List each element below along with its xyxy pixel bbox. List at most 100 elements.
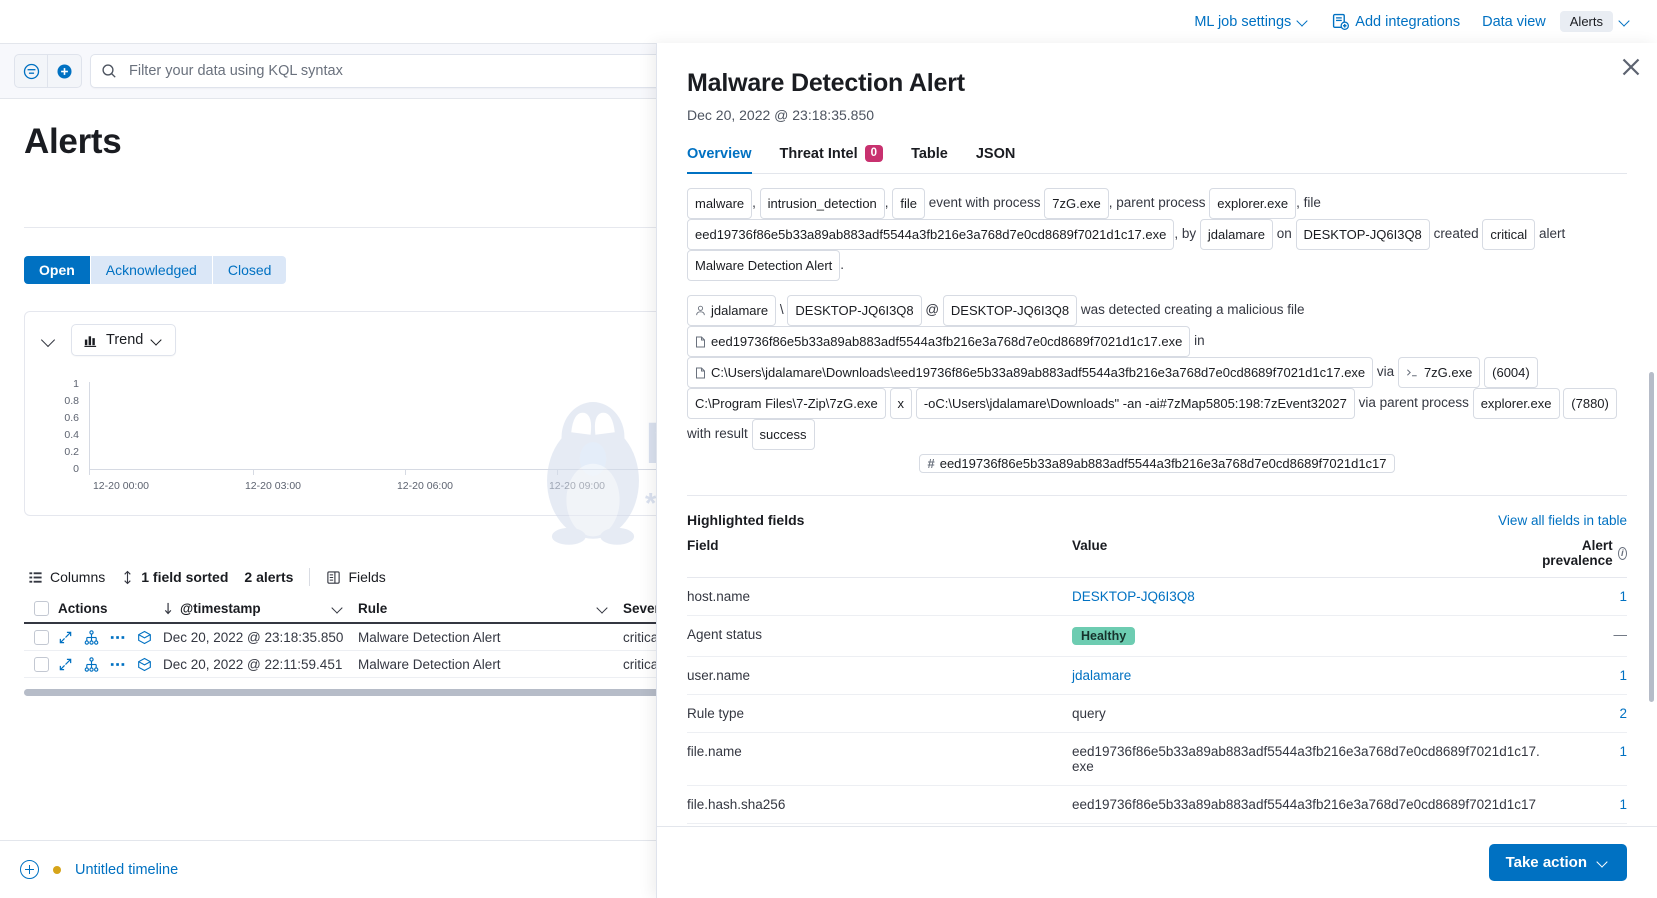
view-all-fields-link[interactable]: View all fields in table <box>1498 513 1627 528</box>
session-view-icon[interactable] <box>137 630 152 645</box>
ml-job-settings-menu[interactable]: ML job settings <box>1183 14 1321 30</box>
pill-event-kind[interactable]: file <box>892 188 925 219</box>
pill-event-outcome[interactable]: success <box>751 419 815 450</box>
pill-process[interactable]: 7zG.exe <box>1397 357 1481 388</box>
x-tick-mark <box>405 470 406 475</box>
row-select-cell[interactable] <box>24 656 58 672</box>
take-action-button[interactable]: Take action <box>1488 844 1627 881</box>
row-action-icons <box>58 629 163 645</box>
field-prevalence[interactable]: 1 <box>1542 589 1627 604</box>
field-prevalence[interactable]: 1 <box>1542 668 1627 683</box>
summary-text-1: event with process <box>928 195 1041 211</box>
add-integrations-button[interactable]: Add integrations <box>1321 13 1471 30</box>
field-value[interactable]: jdalamare <box>1072 668 1542 683</box>
pill-file-path[interactable]: C:\Users\jdalamare\Downloads\eed19736f86… <box>687 357 1374 388</box>
more-actions-icon[interactable] <box>110 657 126 672</box>
document-icon <box>696 367 705 378</box>
sort-button[interactable]: 1 field sorted <box>121 569 228 585</box>
tab-overview[interactable]: Overview <box>687 145 752 174</box>
row-checkbox[interactable] <box>33 629 49 645</box>
pill-process-arg-1[interactable]: x <box>889 388 913 419</box>
analyzer-icon[interactable] <box>84 656 99 672</box>
tab-json[interactable]: JSON <box>976 145 1016 174</box>
x-tick-mark <box>557 470 558 475</box>
field-value: Healthy <box>1072 627 1542 645</box>
narrative-text-5: with result <box>687 426 748 442</box>
alert-summary-text: malware, intrusion_detection, file event… <box>657 174 1657 291</box>
pill-file-hash[interactable]: # eed19736f86e5b33a89ab883adf5544a3fb216… <box>919 454 1395 473</box>
chevron-down-icon[interactable] <box>597 602 609 614</box>
pill-event-type[interactable]: intrusion_detection <box>759 188 885 219</box>
select-all-cell[interactable] <box>24 600 58 616</box>
alert-narrative-text: jdalamare \ DESKTOP-JQ6I3Q8 @ DESKTOP-JQ… <box>657 291 1657 460</box>
pill-rule-name[interactable]: Malware Detection Alert <box>687 250 841 281</box>
pill-process-name[interactable]: 7zG.exe <box>1044 188 1109 219</box>
pill-malicious-file[interactable]: eed19736f86e5b33a89ab883adf5544a3fb216e3… <box>687 326 1191 357</box>
status-filter-closed[interactable]: Closed <box>212 256 287 284</box>
hash-symbol-icon: # <box>927 456 935 471</box>
document-icon <box>696 336 705 347</box>
pill-host-1[interactable]: DESKTOP-JQ6I3Q8 <box>787 295 922 326</box>
user-icon <box>696 305 705 316</box>
expand-icon[interactable] <box>58 630 73 645</box>
saved-query-button[interactable] <box>14 54 48 88</box>
threat-intel-count-badge: 0 <box>864 145 884 162</box>
chevron-down-icon <box>151 334 164 347</box>
tab-threat-intel[interactable]: Threat Intel 0 <box>780 145 884 174</box>
close-icon[interactable] <box>1619 55 1643 79</box>
status-filter-acknowledged[interactable]: Acknowledged <box>90 256 213 284</box>
pill-parent-process[interactable]: explorer.exe <box>1209 188 1297 219</box>
trend-view-selector[interactable]: Trend <box>71 324 177 356</box>
pill-host-name[interactable]: DESKTOP-JQ6I3Q8 <box>1295 219 1430 250</box>
narrative-text-1: was detected creating a malicious file <box>1080 302 1305 318</box>
row-select-cell[interactable] <box>24 629 58 645</box>
pill-parent-process-pid[interactable]: (7880) <box>1563 388 1617 419</box>
more-actions-icon[interactable] <box>110 630 126 645</box>
x-tick-mark <box>89 470 90 475</box>
session-view-icon[interactable] <box>137 657 152 672</box>
scrollbar-thumb[interactable] <box>24 689 684 696</box>
pill-severity[interactable]: critical <box>1482 219 1536 250</box>
pill-host-2[interactable]: DESKTOP-JQ6I3Q8 <box>942 295 1078 326</box>
field-prevalence[interactable]: 2 <box>1542 706 1627 721</box>
field-row: file.name eed19736f86e5b33a89ab883adf554… <box>687 733 1627 786</box>
analyzer-icon[interactable] <box>84 629 99 645</box>
flyout-scrollbar[interactable] <box>1649 372 1654 702</box>
field-prevalence[interactable]: 1 <box>1542 744 1627 759</box>
pill-user[interactable]: jdalamare <box>687 295 777 326</box>
field-row: host.name DESKTOP-JQ6I3Q8 1 <box>687 578 1627 616</box>
field-name: host.name <box>687 589 751 604</box>
expand-icon[interactable] <box>58 657 73 672</box>
tab-table[interactable]: Table <box>911 145 948 174</box>
ml-job-settings-label: ML job settings <box>1194 13 1292 30</box>
add-timeline-icon[interactable] <box>20 860 39 879</box>
pill-parent-process-name[interactable]: explorer.exe <box>1472 388 1560 419</box>
summary-text-6: on <box>1276 226 1292 242</box>
timeline-status-dot <box>53 865 61 874</box>
field-value[interactable]: DESKTOP-JQ6I3Q8 <box>1072 589 1542 604</box>
collapse-chevron-icon[interactable] <box>41 332 57 348</box>
pill-process-pid[interactable]: (6004) <box>1484 357 1538 388</box>
columns-button[interactable]: Columns <box>28 569 105 585</box>
row-checkbox[interactable] <box>33 656 49 672</box>
pill-user-name[interactable]: jdalamare <box>1199 219 1273 250</box>
pill-file-name[interactable]: eed19736f86e5b33a89ab883adf5544a3fb216e3… <box>687 219 1175 250</box>
data-view-selector[interactable]: Data view Alerts <box>1471 11 1643 32</box>
pill-process-arg-2[interactable]: -oC:\Users\jdalamare\Downloads" -an -ai#… <box>915 388 1355 419</box>
select-all-checkbox[interactable] <box>33 600 49 616</box>
column-header-timestamp[interactable]: @timestamp <box>163 601 358 616</box>
field-row: Rule type query 2 <box>687 695 1627 733</box>
fields-button[interactable]: Fields <box>326 569 386 585</box>
add-filter-button[interactable] <box>48 54 82 88</box>
status-filter-open[interactable]: Open <box>24 256 91 284</box>
info-icon[interactable]: i <box>1617 546 1627 560</box>
field-prevalence[interactable]: 1 <box>1542 797 1627 812</box>
field-value: query <box>1072 706 1106 721</box>
column-header-rule[interactable]: Rule <box>358 601 623 616</box>
pill-process-executable[interactable]: C:\Program Files\7-Zip\7zG.exe <box>687 388 886 419</box>
chevron-down-icon[interactable] <box>332 602 344 614</box>
timeline-name[interactable]: Untitled timeline <box>75 862 178 878</box>
column-header-rule-label: Rule <box>358 600 388 616</box>
pill-event-category[interactable]: malware <box>687 188 753 219</box>
summary-text-4: file <box>1303 195 1321 211</box>
